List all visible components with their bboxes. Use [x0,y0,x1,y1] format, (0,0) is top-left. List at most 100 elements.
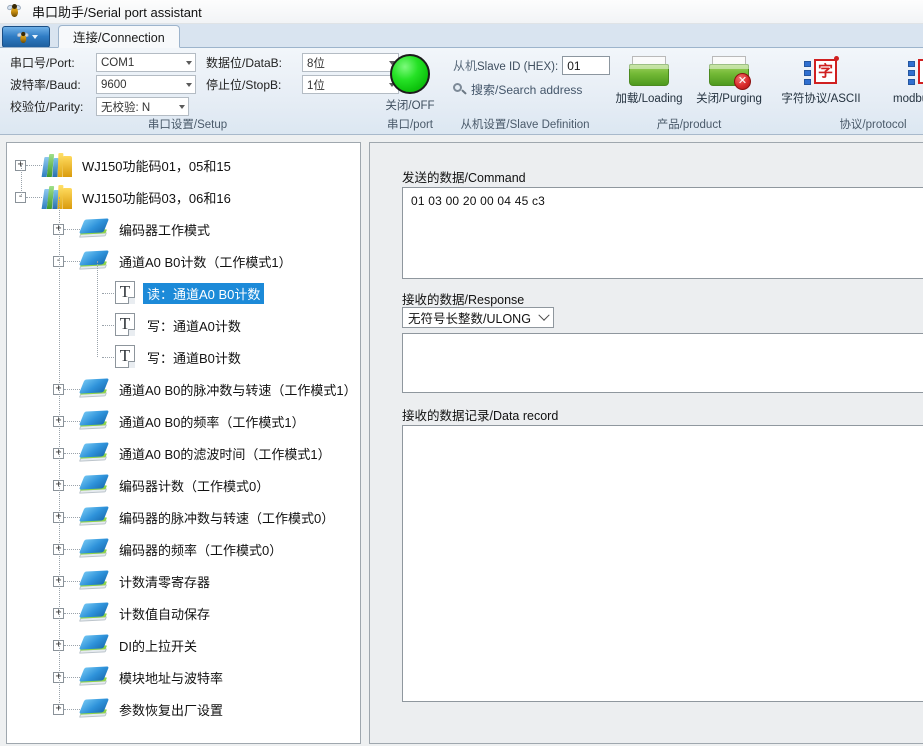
port-combo-value: COM1 [101,57,134,69]
tree-item-label: WJ150功能码01，05和15 [78,155,235,176]
chevron-down-icon [179,105,185,109]
field-stopbits-label: 停止位/StopB: [206,76,302,93]
tree-connector [102,293,114,294]
panel-splitter[interactable] [363,142,367,744]
book-icon [80,537,110,561]
books-icon [42,152,74,178]
chevron-down-icon [186,83,192,87]
book-icon [80,249,110,273]
tree-connector [26,165,42,166]
tree-item-label: 编码器计数（工作模式0） [115,475,273,496]
data-record-textarea[interactable] [402,425,923,702]
modbus-protocol-button[interactable]: m modbus协议 [883,56,923,106]
purging-button-label: 关闭/Purging [696,90,762,106]
parity-combo[interactable]: 无校验: N [96,97,189,116]
command-label: 发送的数据/Command [402,167,526,186]
tree-connector [64,229,80,230]
book-icon [80,473,110,497]
office-menu-button[interactable] [2,26,50,48]
ribbon-group-setup-title: 串口设置/Setup [0,117,375,134]
book-icon [80,665,110,689]
tree-item-label: 读：通道A0 B0计数 [143,283,264,304]
databits-combo-value: 8位 [307,55,325,71]
book-icon [80,697,110,721]
command-textarea[interactable]: 01 03 00 20 00 04 45 c3 [402,187,923,279]
ascii-protocol-label: 字符协议/ASCII [781,90,860,106]
book-icon [80,217,110,241]
tree-item-label: 编码器的脉冲数与转速（工作模式0） [115,507,338,528]
bee-icon [6,3,24,21]
search-address-label: 搜索/Search address [471,81,582,98]
tree-item-label: 计数清零寄存器 [115,571,214,592]
field-baud-label: 波特率/Baud: [10,76,96,93]
slave-id-value: 01 [567,59,580,73]
folder-open-delete-icon: ✕ [709,56,749,88]
tree-connector [64,261,80,262]
tree-connector [64,677,80,678]
loading-button[interactable]: 加载/Loading [611,54,687,106]
field-databits-label: 数据位/DataB: [206,54,302,71]
chevron-down-icon [186,61,192,65]
book-icon [80,377,110,401]
field-port: 串口号/Port: COM1 [10,53,196,72]
tree-item-label: 写：通道A0计数 [143,315,245,336]
baud-combo[interactable]: 9600 [96,75,196,94]
ribbon-group-protocol: 字 字符协议/ASCII m modbus协议 协议/protocol [773,48,923,134]
tree-connector [64,645,80,646]
purging-button[interactable]: ✕ 关闭/Purging [691,54,767,106]
slave-id-input[interactable]: 01 [562,56,610,75]
tree-item-label: 编码器的频率（工作模式0） [115,539,286,560]
modbus-protocol-icon: m [908,58,923,88]
tab-connection[interactable]: 连接/Connection [58,25,180,48]
ascii-protocol-icon: 字 [804,58,838,88]
detail-panel: 发送的数据/Command 01 03 00 20 00 04 45 c3 接收… [369,142,923,744]
books-icon [42,184,74,210]
baud-combo-value: 9600 [101,79,127,91]
ribbon-group-slave: 从机Slave ID (HEX): 01 搜索/Search address 从… [445,48,605,134]
field-databits: 数据位/DataB: 8位 [206,53,399,72]
tree-connector [64,389,80,390]
tab-connection-label: 连接/Connection [73,27,165,46]
tree-item-label: 通道A0 B0的滤波时间（工作模式1） [115,443,335,464]
tree-item[interactable]: +WJ150功能码01，05和15 [7,149,360,181]
tree-connector [64,453,80,454]
response-format-select[interactable]: 无符号长整数/ULONG [402,307,554,328]
tree-item-label: 写：通道B0计数 [143,347,245,368]
tree-item-label: 参数恢复出厂设置 [115,699,227,720]
tree-connector [64,421,80,422]
text-doc-icon: T [114,280,138,306]
ribbon-group-protocol-title: 协议/protocol [773,117,923,134]
port-toggle-label: 关闭/OFF [385,97,434,113]
field-parity-label: 校验位/Parity: [10,98,96,115]
chevron-down-icon [32,35,38,39]
tree-item-label: 通道A0 B0的频率（工作模式1） [115,411,309,432]
tree-connector [102,357,114,358]
data-record-label: 接收的数据记录/Data record [402,405,558,424]
response-textarea[interactable] [402,333,923,393]
tree-connector [64,549,80,550]
search-address-button[interactable]: 搜索/Search address [453,81,610,98]
response-value [403,334,923,346]
command-value: 01 03 00 20 00 04 45 c3 [403,188,923,214]
tree-connector [64,485,80,486]
ascii-protocol-button[interactable]: 字 字符协议/ASCII [779,56,863,106]
stopbits-combo-value: 1位 [307,77,325,93]
tree-connector [64,517,80,518]
device-tree-panel[interactable]: +WJ150功能码01，05和15-WJ150功能码03，06和16+编码器工作… [6,142,361,744]
tree-item-label: 模块地址与波特率 [115,667,227,688]
parity-combo-value: 无校验: N [101,99,150,115]
port-combo[interactable]: COM1 [96,53,196,72]
ribbon-tab-strip: 连接/Connection [0,24,923,48]
tree-item-label: 计数值自动保存 [115,603,214,624]
tree-item-label: 通道A0 B0的脉冲数与转速（工作模式1） [115,379,361,400]
folder-open-icon [629,56,669,88]
book-icon [80,633,110,657]
window-title: 串口助手/Serial port assistant [32,2,202,21]
ribbon-group-port-title: 串口/port [375,117,445,134]
tree-item-label: 通道A0 B0计数（工作模式1） [115,251,296,272]
port-toggle-button[interactable]: 关闭/OFF [381,52,439,113]
response-label: 接收的数据/Response [402,289,524,308]
modbus-protocol-label: modbus协议 [893,90,923,106]
tree-connector [64,613,80,614]
tree-connector [102,325,114,326]
